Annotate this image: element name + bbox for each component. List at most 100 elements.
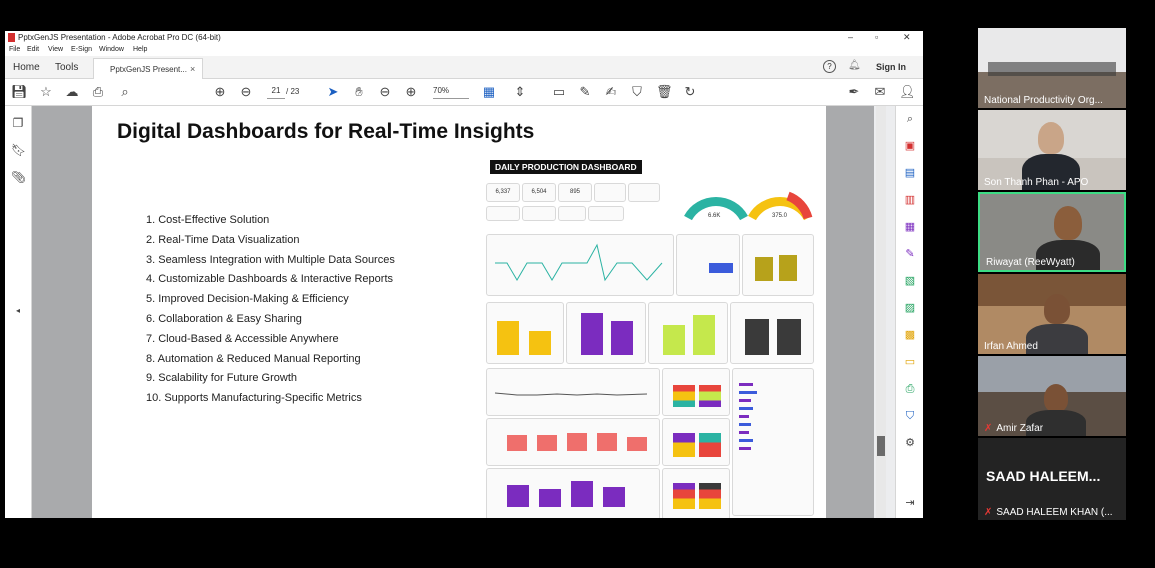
line-chart-card <box>486 368 660 416</box>
delete-icon[interactable]: 🗑︎ <box>656 84 673 100</box>
comment-panel-icon[interactable]: ▭ <box>903 355 917 369</box>
menu-bar: File Edit View E-Sign Window Help <box>5 45 923 56</box>
close-tab-icon[interactable]: × <box>190 64 195 74</box>
bar <box>699 433 721 457</box>
zoom-out-icon[interactable]: ⊖ <box>377 84 393 100</box>
print-production-icon[interactable]: ⎙ <box>903 382 917 396</box>
muted-mic-icon: ✗ <box>984 507 993 518</box>
bar <box>507 435 527 451</box>
vertical-scrollbar[interactable] <box>876 106 886 518</box>
participant-tile[interactable]: Son Thanh Phan - APO <box>978 110 1126 190</box>
comment-icon[interactable]: ▭ <box>551 84 567 100</box>
scan-icon[interactable]: ▧ <box>903 274 917 288</box>
menu-esign[interactable]: E-Sign <box>71 46 92 53</box>
fill-sign-icon[interactable]: ✒ <box>846 84 862 100</box>
star-icon[interactable]: ☆ <box>38 84 54 100</box>
kpi-value: 895 <box>569 189 580 195</box>
collapse-right-icon[interactable]: ⇥ <box>903 496 917 510</box>
menu-edit[interactable]: Edit <box>27 46 39 53</box>
pdf-page: Digital Dashboards for Real-Time Insight… <box>92 106 826 518</box>
zoom-select[interactable]: 70% <box>433 86 469 99</box>
participant-tile[interactable]: National Productivity Org... <box>978 28 1126 108</box>
collapse-left-icon[interactable]: ◂ <box>11 304 25 318</box>
organize-pages-icon[interactable]: ▥ <box>903 193 917 207</box>
bar <box>611 321 633 355</box>
create-pdf-icon[interactable]: ▣ <box>903 139 917 153</box>
search-icon[interactable]: ⌕ <box>117 84 133 100</box>
page-display-icon[interactable]: ▦ <box>481 84 497 100</box>
bar <box>745 319 769 355</box>
tab-home[interactable]: Home <box>13 62 40 73</box>
page-thumbnails-icon[interactable]: ❐ <box>11 116 25 130</box>
video-participants: National Productivity Org... Son Thanh P… <box>978 28 1126 520</box>
menu-file[interactable]: File <box>9 46 20 53</box>
bell-icon[interactable]: 🔔︎ <box>848 60 861 71</box>
help-icon[interactable]: ? <box>823 60 836 73</box>
dashboard-title: DAILY PRODUCTION DASHBOARD <box>490 160 642 174</box>
restore-button[interactable]: ▫ <box>875 32 878 42</box>
kpi-value: 6,504 <box>531 189 547 195</box>
print-icon[interactable]: ⎙ <box>90 84 106 100</box>
draw-icon[interactable]: ✍︎ <box>603 84 619 100</box>
list-item: 4. Customizable Dashboards & Interactive… <box>146 273 394 286</box>
menu-view[interactable]: View <box>48 46 63 53</box>
bar-card <box>566 302 646 364</box>
bar <box>627 437 647 451</box>
participant-name: Irfan Ahmed <box>984 341 1038 352</box>
protect-icon[interactable]: ⛉ <box>903 409 917 423</box>
participant-tile-active[interactable]: Riwayat (ReeWyatt) <box>978 192 1126 272</box>
select-cursor-icon[interactable]: ➤ <box>325 84 341 100</box>
compare-icon[interactable]: ▨ <box>903 301 917 315</box>
bar <box>571 481 593 507</box>
rate-chart <box>676 234 740 296</box>
tab-tools[interactable]: Tools <box>55 62 78 73</box>
export-pdf-icon[interactable]: ▤ <box>903 166 917 180</box>
rotate-icon[interactable]: ↻ <box>682 84 698 100</box>
next-page-icon[interactable]: ⊖ <box>238 84 254 100</box>
participant-name-muted: ✗ Amir Zafar <box>984 423 1044 434</box>
zoom-search-icon[interactable]: ⌕ <box>903 112 917 126</box>
attachment-icon[interactable]: 📎︎ <box>11 170 26 184</box>
minimize-button[interactable]: – <box>848 32 853 42</box>
scroll-thumb[interactable] <box>877 436 885 456</box>
page-number-input[interactable]: 21 <box>267 86 285 99</box>
share-user-icon[interactable]: 👤︎ <box>899 84 916 100</box>
bar <box>739 399 751 402</box>
participant-face <box>1044 294 1070 324</box>
menu-help[interactable]: Help <box>133 46 147 53</box>
list-item: 1. Cost-Effective Solution <box>146 214 270 226</box>
highlight-pen-icon[interactable]: ✎ <box>577 84 593 100</box>
email-icon[interactable]: ✉ <box>872 84 888 100</box>
tab-bar: Home Tools PptxGenJS Present... × ? 🔔︎ S… <box>5 56 923 79</box>
edit-pdf-icon[interactable]: ▦ <box>903 220 917 234</box>
participant-name: National Productivity Org... <box>984 95 1103 106</box>
stamp-icon[interactable]: ⛉ <box>629 84 645 100</box>
oee-chart <box>486 234 674 296</box>
save-icon[interactable]: 💾︎ <box>11 84 28 100</box>
bar <box>739 391 757 394</box>
list-item: 9. Scalability for Future Growth <box>146 372 298 385</box>
prev-page-icon[interactable]: ⊕ <box>212 84 228 100</box>
participant-tile[interactable]: SAAD HALEEM... ✗ SAAD HALEEM KHAN (... <box>978 438 1126 520</box>
gauges <box>684 191 813 221</box>
scroll-mode-icon[interactable]: ⇕ <box>512 84 528 100</box>
bookmark-icon[interactable]: 🔖︎ <box>11 143 26 157</box>
bar <box>603 487 625 507</box>
bar <box>581 313 603 355</box>
zoom-in-icon[interactable]: ⊕ <box>403 84 419 100</box>
list-item: 3. Seamless Integration with Multiple Da… <box>146 253 395 266</box>
list-item: 6. Collaboration & Easy Sharing <box>146 312 302 325</box>
hand-tool-icon[interactable]: ✋︎ <box>351 84 367 100</box>
menu-window[interactable]: Window <box>99 46 124 53</box>
upload-cloud-icon[interactable]: ☁ <box>64 84 80 100</box>
sign-icon[interactable]: ✎ <box>903 247 917 261</box>
participant-tile[interactable]: Irfan Ahmed <box>978 274 1126 354</box>
tab-document[interactable]: PptxGenJS Present... × <box>93 58 203 79</box>
participant-tile[interactable]: ✗ Amir Zafar <box>978 356 1126 436</box>
list-item: 7. Cloud-Based & Accessible Anywhere <box>146 332 339 345</box>
sign-in-button[interactable]: Sign In <box>876 62 906 72</box>
salmon-bar-chart <box>486 418 660 466</box>
close-window-button[interactable]: ✕ <box>903 32 911 43</box>
combine-icon[interactable]: ▩ <box>903 328 917 342</box>
more-tools-icon[interactable]: ⚙ <box>903 436 917 450</box>
